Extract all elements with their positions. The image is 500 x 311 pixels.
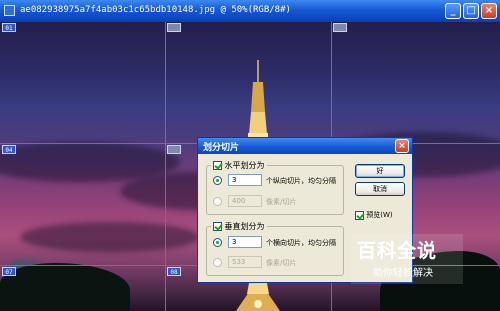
vertical-count-field[interactable]: 3 bbox=[228, 236, 262, 248]
vertical-count-label: 个横向切片，均匀分隔 bbox=[266, 239, 336, 247]
slice-label-07[interactable]: 07 bbox=[2, 267, 16, 276]
document-title-bar[interactable]: ae082938975a7f4ab03c1c65bdb10148.jpg @ 5… bbox=[0, 0, 500, 22]
photoshop-document-icon bbox=[4, 5, 15, 16]
minimize-button[interactable]: _ bbox=[445, 3, 461, 19]
vertical-divide-label: 垂直划分为 bbox=[224, 222, 265, 231]
vertical-divide-checkbox[interactable] bbox=[213, 222, 222, 231]
preview-option[interactable]: 预览(W) bbox=[355, 210, 393, 220]
tree-silhouette bbox=[0, 263, 130, 311]
vertical-divide-group: 垂直划分为 3 个横向切片，均匀分隔 533 像素/切片 bbox=[206, 221, 344, 276]
dialog-title: 划分切片 bbox=[203, 143, 240, 153]
horizontal-divide-checkbox[interactable] bbox=[213, 161, 222, 170]
slice-label-01[interactable]: 01 bbox=[2, 23, 16, 32]
horizontal-divide-title: 水平划分为 bbox=[211, 160, 267, 171]
horizontal-divide-group: 水平划分为 3 个纵向切片，均匀分隔 400 像素/切片 bbox=[206, 160, 344, 215]
slice-guide-vertical[interactable] bbox=[165, 22, 166, 311]
slice-label-08[interactable]: 08 bbox=[167, 267, 181, 276]
horizontal-size-label: 像素/切片 bbox=[266, 198, 297, 206]
horizontal-size-field[interactable]: 400 bbox=[228, 195, 262, 207]
watermark-subtitle: 助你轻松解决 bbox=[373, 268, 433, 279]
preview-label: 预览(W) bbox=[366, 211, 393, 219]
horizontal-size-radio[interactable] bbox=[213, 197, 222, 206]
watermark-title: 百科全说 bbox=[357, 240, 438, 262]
slice-marker[interactable] bbox=[167, 23, 181, 32]
slice-label-04[interactable]: 04 bbox=[2, 145, 16, 154]
horizontal-count-radio[interactable] bbox=[213, 176, 222, 185]
dialog-close-button[interactable]: × bbox=[395, 139, 409, 153]
vertical-size-label: 像素/切片 bbox=[266, 259, 297, 267]
horizontal-count-field[interactable]: 3 bbox=[228, 174, 262, 186]
slice-marker[interactable] bbox=[333, 23, 347, 32]
cancel-button[interactable]: 取消 bbox=[355, 182, 405, 196]
watermark: 百科全说 助你轻松解决 bbox=[351, 234, 463, 284]
slice-marker[interactable] bbox=[167, 145, 181, 154]
close-button[interactable]: × bbox=[481, 3, 497, 19]
cloud-shape bbox=[20, 222, 200, 252]
dialog-title-bar[interactable]: 划分切片 × bbox=[198, 138, 412, 154]
horizontal-count-label: 个纵向切片，均匀分隔 bbox=[266, 177, 336, 185]
preview-checkbox[interactable] bbox=[355, 210, 364, 220]
maximize-button[interactable]: □ bbox=[463, 3, 479, 19]
ok-button[interactable]: 好 bbox=[355, 164, 405, 178]
vertical-count-radio[interactable] bbox=[213, 238, 222, 247]
vertical-divide-title: 垂直划分为 bbox=[211, 221, 267, 232]
vertical-size-field[interactable]: 533 bbox=[228, 256, 262, 268]
vertical-size-radio[interactable] bbox=[213, 258, 222, 267]
horizontal-divide-label: 水平划分为 bbox=[224, 161, 265, 170]
document-title: ae082938975a7f4ab03c1c65bdb10148.jpg @ 5… bbox=[20, 5, 291, 15]
